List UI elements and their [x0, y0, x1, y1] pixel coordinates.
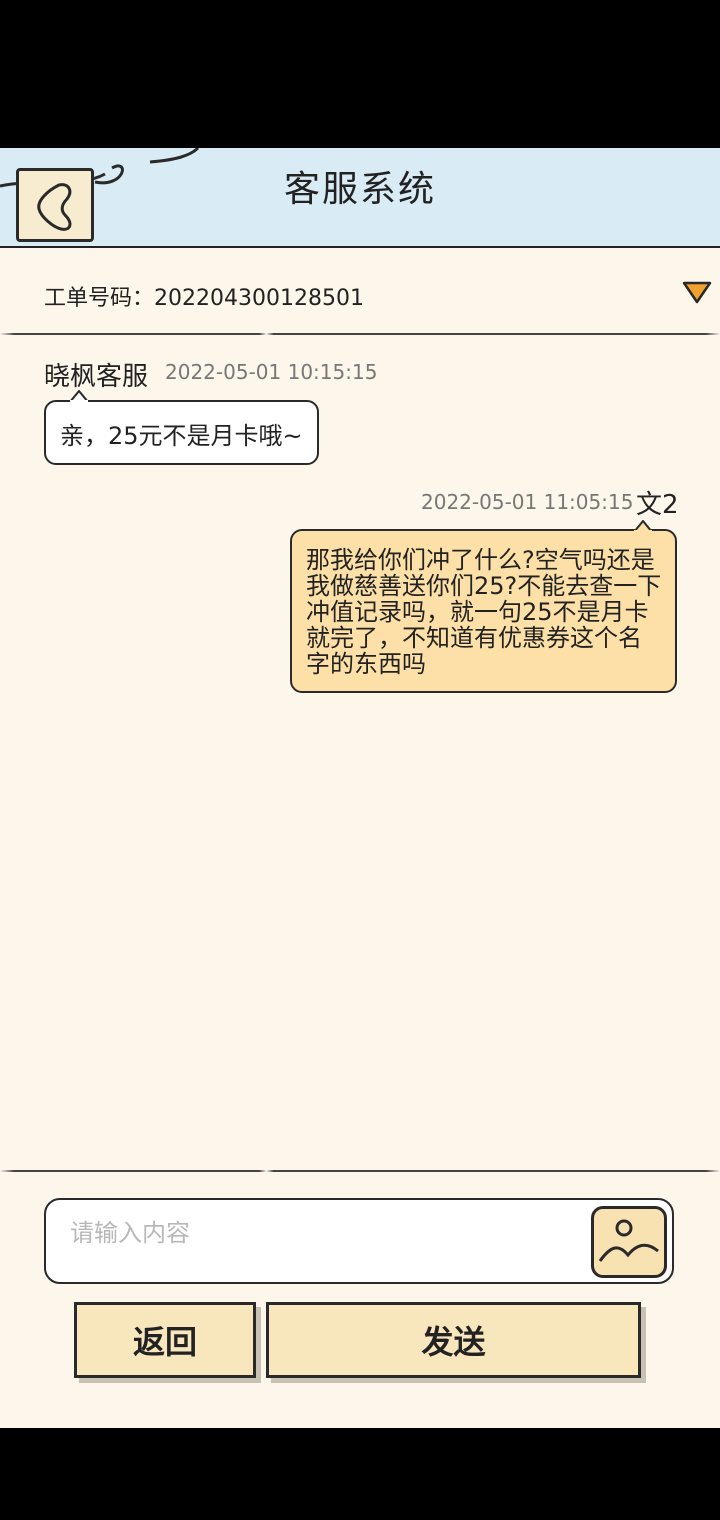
return-button[interactable]: 返回	[74, 1302, 256, 1378]
message-input[interactable]	[68, 1212, 572, 1254]
image-upload-button[interactable]	[591, 1206, 667, 1278]
app-header: 客服系统	[0, 148, 720, 248]
navigation-bar-area	[0, 1428, 720, 1520]
message-composer	[44, 1198, 674, 1284]
user-message-bubble: 那我给你们冲了什么?空气吗还是我做慈善送你们25?不能去查一下冲值记录吗，就一句…	[290, 529, 677, 693]
image-icon	[598, 1219, 659, 1262]
user-message-time: 2022-05-01 11:05:15	[421, 490, 634, 514]
agent-message-time: 2022-05-01 10:15:15	[165, 360, 378, 384]
ticket-number: 工单号码：202204300128501	[44, 286, 364, 311]
ticket-expand-toggle[interactable]	[682, 280, 714, 306]
ticket-row[interactable]: 工单号码：202204300128501	[0, 248, 720, 334]
chat-content: 工单号码：202204300128501 晓枫客服 2022-05-01 10:…	[0, 248, 720, 1428]
agent-sender-name: 晓枫客服	[44, 362, 149, 392]
bubble-tail-icon	[634, 520, 652, 532]
screen: 客服系统 工单号码：202204300128501 晓枫客服 2022-05-0…	[0, 0, 720, 1520]
divider	[0, 333, 720, 335]
triangle-down-icon	[682, 281, 712, 304]
status-bar-area	[0, 0, 720, 148]
user-sender-name: 文2	[636, 490, 679, 520]
send-button[interactable]: 发送	[266, 1302, 641, 1378]
divider	[0, 1170, 720, 1172]
bubble-tail-icon	[70, 390, 88, 402]
page-title: 客服系统	[283, 169, 436, 210]
agent-message-bubble: 亲，25元不是月卡哦~	[44, 400, 319, 465]
